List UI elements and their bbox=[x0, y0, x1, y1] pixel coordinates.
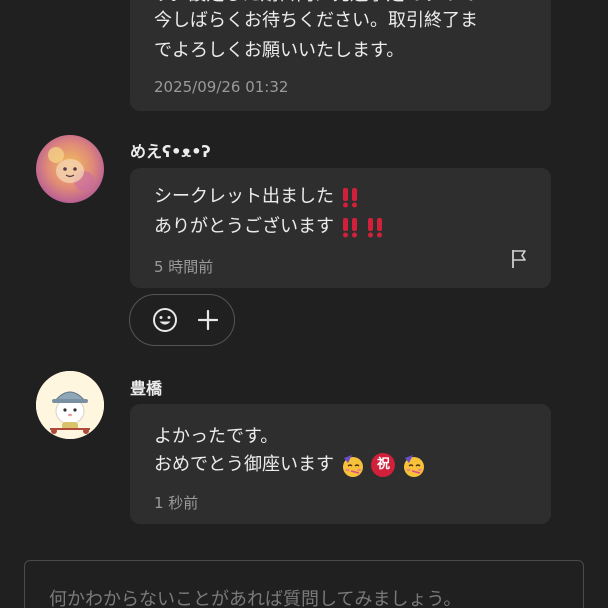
message-text: シークレット出ました bbox=[154, 182, 360, 212]
avatar[interactable] bbox=[36, 371, 104, 439]
message-line: おめでとう御座います bbox=[154, 454, 334, 475]
avatar[interactable] bbox=[36, 135, 104, 203]
avatar-image bbox=[36, 371, 104, 439]
message-text: よかったです。 bbox=[154, 426, 279, 447]
smile-icon[interactable] bbox=[152, 307, 178, 333]
author-name: めえʕ•ᴥ•ʔ bbox=[130, 142, 211, 161]
chat-screen: す。設定した期日内に発送予定ですので 今しばらくお待ちください。取引終了ま でよ… bbox=[0, 0, 608, 608]
celebration-badge-icon: 祝 bbox=[371, 453, 396, 477]
message-text: おめでとう御座います 祝 bbox=[154, 450, 427, 480]
input-placeholder: 何かわからないことがあれば質問してみましょう。 bbox=[49, 589, 462, 608]
party-face-icon bbox=[404, 455, 425, 477]
message-bubble: よかったです。 おめでとう御座います 祝 1 秒前 bbox=[130, 404, 551, 524]
message-text: 今しばらくお待ちください。取引終了ま でよろしくお願いいたします。 bbox=[154, 10, 478, 61]
double-exclamation-icon bbox=[342, 188, 357, 208]
message-timestamp: 2025/09/26 01:32 bbox=[154, 78, 289, 96]
author-name: 豊橋 bbox=[130, 379, 163, 398]
comment-input[interactable]: 何かわからないことがあれば質問してみましょう。 bbox=[24, 560, 584, 608]
party-face-icon bbox=[342, 455, 363, 477]
message-text: ありがとうございます bbox=[154, 212, 385, 242]
avatar-image bbox=[36, 135, 104, 203]
message-bubble: す。設定した期日内に発送予定ですので 今しばらくお待ちください。取引終了ま でよ… bbox=[130, 0, 551, 111]
message-line: シークレット出ました bbox=[154, 186, 334, 207]
message-bubble: シークレット出ました ありがとうございます 5 時間前 bbox=[130, 168, 551, 288]
message-timestamp: 5 時間前 bbox=[154, 258, 214, 276]
double-exclamation-icon bbox=[342, 218, 357, 238]
message-line: ありがとうございます bbox=[154, 216, 334, 237]
plus-icon[interactable] bbox=[197, 309, 219, 331]
message-timestamp: 1 秒前 bbox=[154, 494, 199, 512]
flag-icon[interactable] bbox=[509, 248, 529, 270]
reaction-bar bbox=[129, 294, 235, 346]
double-exclamation-icon bbox=[368, 218, 383, 238]
